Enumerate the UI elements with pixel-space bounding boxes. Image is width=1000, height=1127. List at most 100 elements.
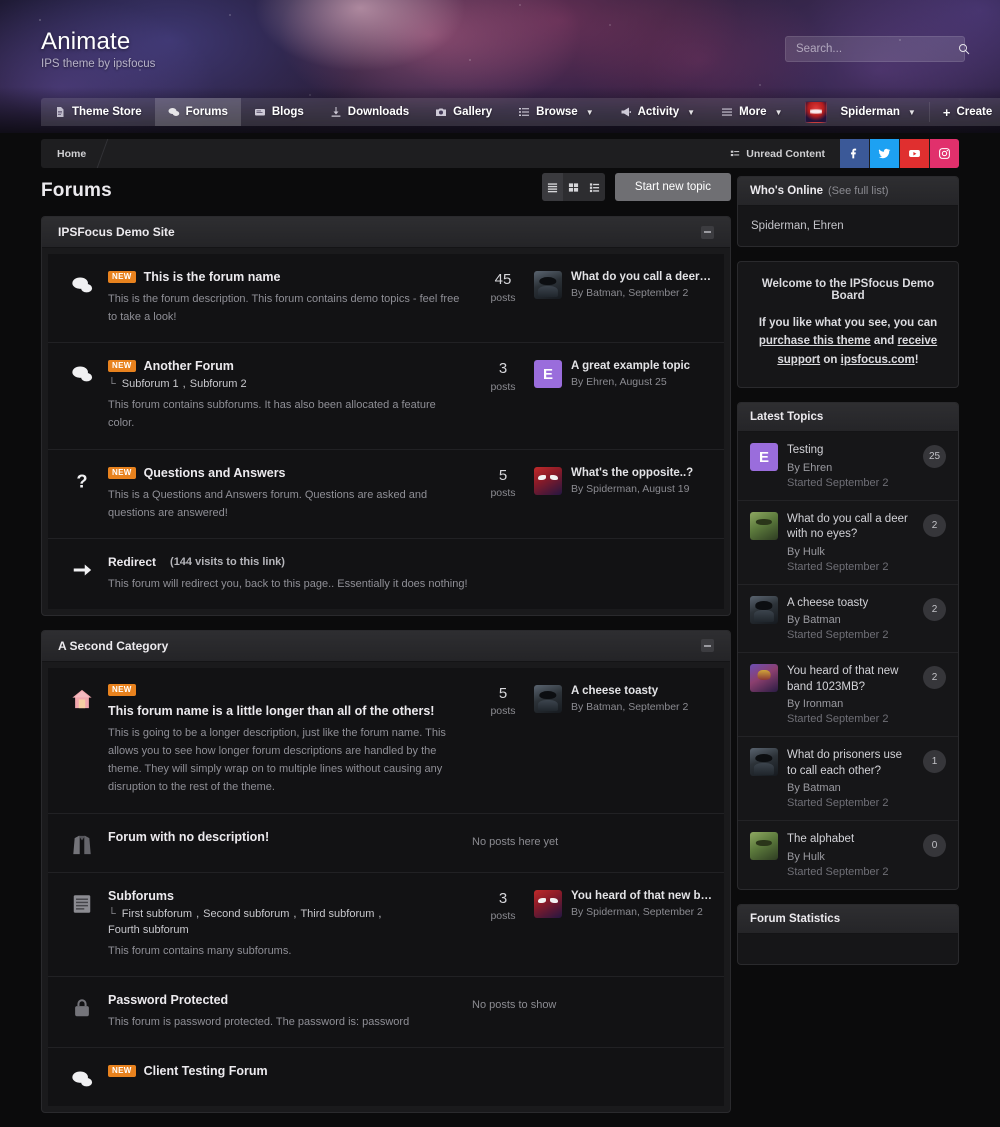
avatar[interactable]: E: [534, 360, 562, 389]
forum-last-post[interactable]: E A great example topic By Ehren, August 2…: [534, 359, 712, 389]
chevron-down-icon: ▼: [774, 107, 783, 117]
svg-text:?: ?: [76, 470, 87, 491]
forum-row[interactable]: Password Protected This forum is password…: [48, 976, 724, 1048]
forum-last-post[interactable]: You heard of that new band 10... By Spide…: [534, 889, 712, 918]
latest-topic-title[interactable]: What do you call a deer with no eyes?: [787, 512, 914, 543]
latest-topic-title[interactable]: Testing: [787, 443, 914, 459]
avatar[interactable]: [750, 748, 778, 777]
start-new-topic-button[interactable]: Start new topic: [614, 173, 731, 201]
social-links[interactable]: [839, 139, 959, 168]
forum-last-post[interactable]: What do you call a deer with... By Batman…: [534, 270, 712, 299]
forum-row[interactable]: NEW Client Testing Forum: [48, 1047, 724, 1106]
last-post-title[interactable]: What do you call a deer with...: [571, 271, 712, 283]
latest-topic-item[interactable]: What do prisoners use to call each other…: [738, 737, 958, 822]
subforum-link[interactable]: Subforum 1: [122, 378, 179, 390]
subforum-link[interactable]: Second subforum: [203, 908, 289, 920]
latest-topic-title[interactable]: The alphabet: [787, 832, 914, 848]
last-post-title[interactable]: A great example topic: [571, 360, 690, 372]
youtube-icon[interactable]: [900, 139, 929, 168]
avatar[interactable]: E: [750, 443, 778, 472]
forum-title-link[interactable]: This forum name is a little longer than …: [108, 704, 434, 718]
subforum-link[interactable]: Fourth subforum: [108, 924, 189, 936]
nav-item-blogs[interactable]: Blogs: [241, 98, 317, 126]
forum-row[interactable]: NEW Another Forum └ Subforum 1, Subforum 2 Th…: [48, 343, 724, 450]
forum-title-link[interactable]: Questions and Answers: [144, 466, 286, 480]
unread-content-button[interactable]: Unread Content: [716, 139, 839, 168]
avatar[interactable]: [534, 466, 562, 495]
search-box[interactable]: [785, 36, 970, 62]
forum-row[interactable]: NEW This forum name is a little longer th…: [48, 667, 724, 814]
latest-topic-title[interactable]: You heard of that new band 1023MB?: [787, 664, 914, 695]
forum-title-link[interactable]: Another Forum: [144, 359, 234, 373]
facebook-icon[interactable]: [840, 139, 869, 168]
last-post-title[interactable]: What's the opposite..?: [571, 467, 693, 479]
document-icon: [54, 106, 66, 118]
avatar[interactable]: [534, 684, 562, 713]
nav-item-activity[interactable]: Activity ▼: [607, 98, 708, 126]
latest-topic-title[interactable]: What do prisoners use to call each other…: [787, 748, 914, 779]
nav-item-browse[interactable]: Browse ▼: [505, 98, 606, 126]
latest-topic-title[interactable]: A cheese toasty: [787, 596, 914, 612]
forum-row[interactable]: Redirect (144 visits to this link) This fo…: [48, 538, 724, 609]
latest-topic-item[interactable]: What do you call a deer with no eyes? By …: [738, 501, 958, 585]
subforum-link[interactable]: First subforum: [122, 908, 192, 920]
nav-item-forums[interactable]: Forums: [154, 98, 241, 126]
latest-topic-author: By Ironman: [787, 698, 844, 711]
forum-last-post[interactable]: A cheese toasty By Batman, September 2: [534, 684, 712, 713]
list-view-icon[interactable]: [541, 173, 563, 201]
collapse-category-button[interactable]: [701, 225, 714, 239]
page-title: Forums: [41, 180, 112, 201]
search-input[interactable]: [786, 43, 958, 55]
arrow-right-icon: [56, 555, 108, 581]
avatar[interactable]: [750, 595, 778, 624]
twitter-icon[interactable]: [870, 139, 899, 168]
last-post-author: By Spiderman, August 19: [571, 482, 690, 495]
forum-title-link[interactable]: Subforums: [108, 889, 174, 903]
avatar[interactable]: [805, 101, 828, 123]
site-branding[interactable]: Animate IPS theme by ipsfocus: [41, 29, 155, 70]
condensed-view-icon[interactable]: [584, 173, 605, 201]
avatar[interactable]: [750, 511, 778, 540]
latest-topic-item[interactable]: The alphabet By Hulk Started September 2 0: [738, 821, 958, 889]
last-post-title[interactable]: A cheese toasty: [571, 685, 688, 697]
search-icon[interactable]: [958, 37, 970, 61]
collapse-category-button[interactable]: [701, 639, 714, 653]
purchase-theme-link[interactable]: purchase this theme: [759, 335, 871, 347]
nav-item-gallery[interactable]: Gallery: [422, 98, 505, 126]
ipsfocus-link[interactable]: ipsfocus.com: [841, 354, 915, 366]
latest-topic-item[interactable]: You heard of that new band 1023MB? By Iro…: [738, 653, 958, 738]
latest-topic-item[interactable]: A cheese toasty By Batman Started Septembe…: [738, 585, 958, 654]
avatar[interactable]: [534, 889, 562, 918]
forum-title-link[interactable]: This is the forum name: [144, 270, 281, 284]
forum-row[interactable]: Subforums └ First subforum, Second subforum…: [48, 872, 724, 977]
view-mode-switcher[interactable]: [541, 173, 605, 201]
avatar[interactable]: [750, 832, 778, 861]
grid-view-icon[interactable]: [563, 173, 584, 201]
forum-last-post[interactable]: What's the opposite..? By Spiderman, Augu…: [534, 466, 712, 495]
nav-create-button[interactable]: + Create ▼: [930, 98, 1000, 126]
primary-navigation[interactable]: Theme Store Forums Blogs Downloads Galle…: [41, 98, 1000, 126]
nav-user-area[interactable]: Spiderman ▼ + Create ▼: [795, 98, 1000, 126]
forum-title-link[interactable]: Client Testing Forum: [144, 1064, 268, 1078]
breadcrumb-home[interactable]: Home: [41, 139, 102, 168]
forum-title-link[interactable]: Redirect: [108, 555, 156, 569]
forum-title-link[interactable]: Password Protected: [108, 993, 228, 1007]
latest-topic-item[interactable]: E Testing By Ehren Started September 2 25: [738, 432, 958, 501]
avatar[interactable]: [750, 664, 778, 693]
forum-row[interactable]: Forum with no description! No posts here …: [48, 813, 724, 873]
instagram-icon[interactable]: [930, 139, 959, 168]
forum-title-link[interactable]: Forum with no description!: [108, 830, 269, 844]
whos-online-see-full-list[interactable]: (See full list): [828, 185, 889, 197]
avatar[interactable]: [534, 271, 562, 299]
forum-row[interactable]: ? NEW Questions and Answers This is a Quest…: [48, 449, 724, 539]
nav-item-more[interactable]: More ▼: [708, 98, 795, 126]
subforum-link[interactable]: Subforum 2: [190, 378, 247, 390]
last-post-title[interactable]: You heard of that new band 10...: [571, 890, 712, 902]
page-header: Forums Start new topic: [41, 173, 731, 206]
nav-item-theme-store[interactable]: Theme Store: [41, 98, 155, 126]
subforum-link[interactable]: Third subforum: [300, 908, 374, 920]
nav-user-menu[interactable]: Spiderman ▼: [827, 98, 928, 126]
forum-info: NEW Another Forum └ Subforum 1, Subforum 2 Th…: [108, 359, 472, 432]
nav-item-downloads[interactable]: Downloads: [317, 98, 422, 126]
forum-row[interactable]: NEW This is the forum name This is the for…: [48, 254, 724, 344]
